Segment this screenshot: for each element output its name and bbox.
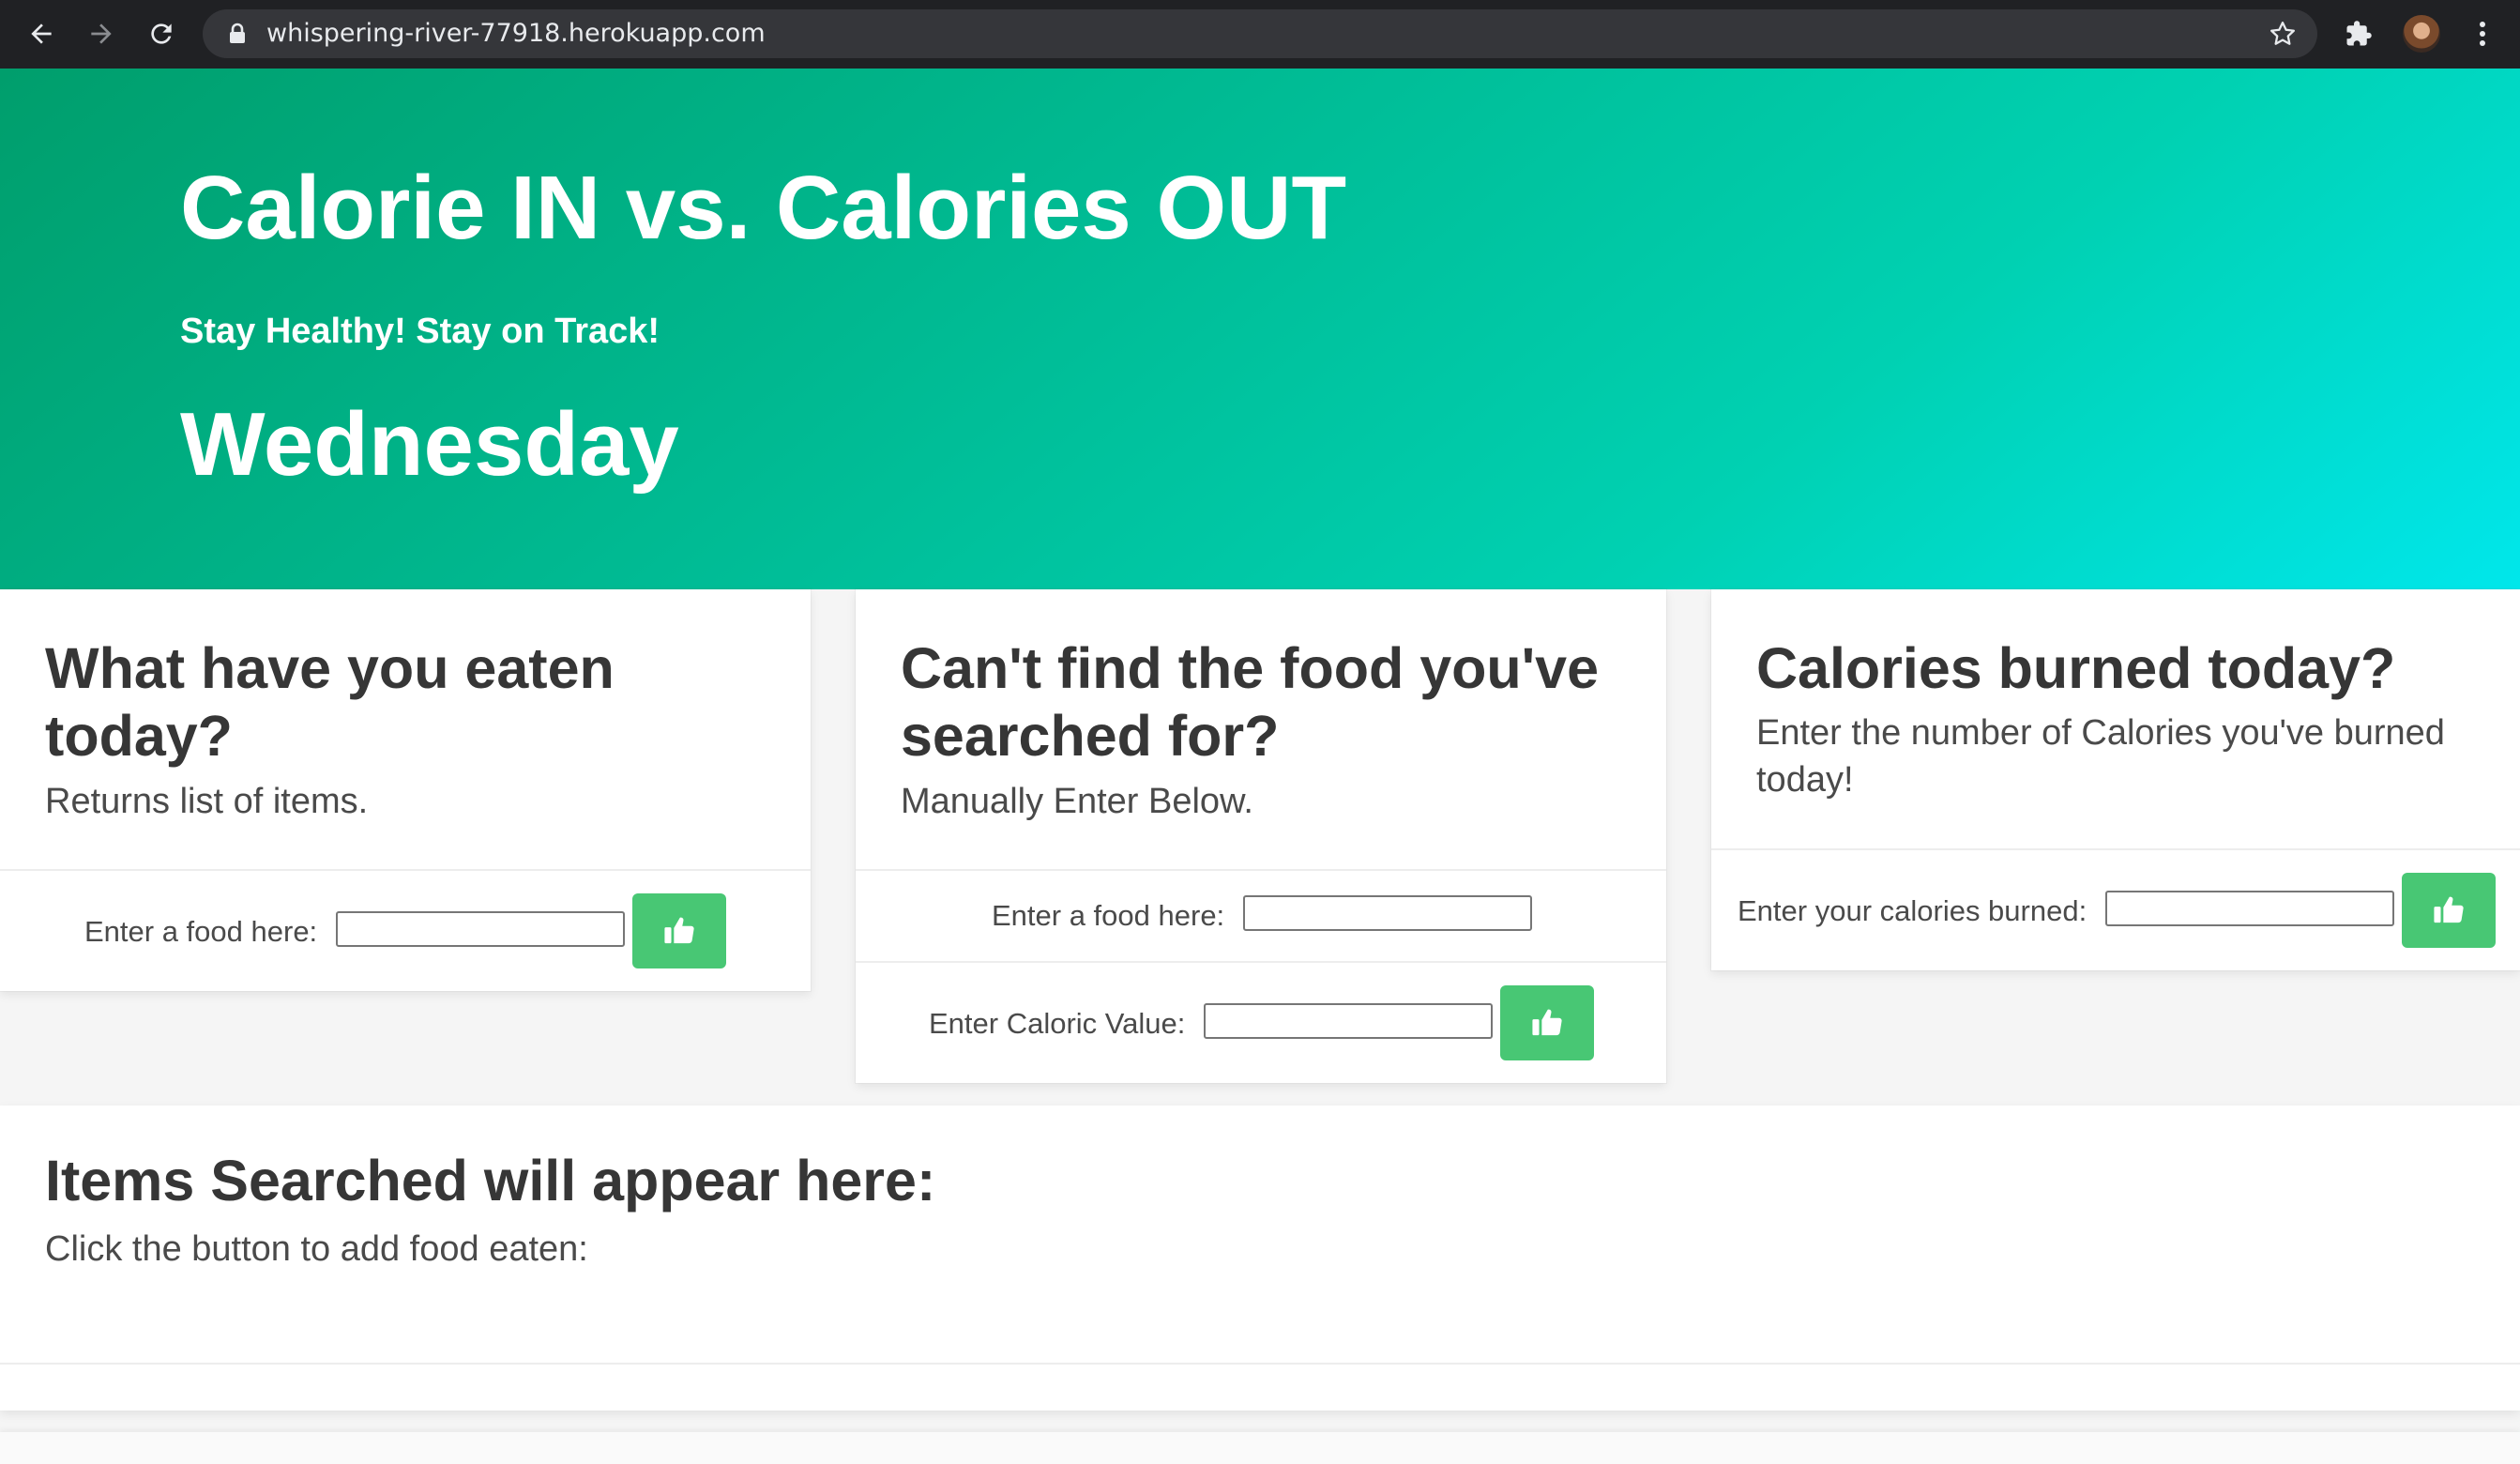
- hero-subtitle: Stay Healthy! Stay on Track!: [180, 312, 660, 351]
- manual-food-input[interactable]: [1243, 895, 1532, 931]
- calories-burned-input[interactable]: [2105, 891, 2394, 926]
- divider: [856, 869, 1666, 871]
- food-search-input[interactable]: [336, 911, 625, 947]
- address-bar[interactable]: whispering-river-77918.herokuapp.com: [203, 9, 2317, 58]
- submit-burned-button[interactable]: [2402, 873, 2496, 948]
- divider: [856, 961, 1666, 963]
- thumbs-up-icon: [663, 915, 695, 948]
- food-search-card: What have you eaten today? Returns list …: [0, 589, 811, 991]
- results-subtitle: Click the button to add food eaten:: [45, 1229, 588, 1269]
- calories-burned-card: Calories burned today? Enter the number …: [1711, 589, 2520, 970]
- reload-icon[interactable]: [139, 11, 184, 56]
- card-title: Calories burned today?: [1756, 636, 2396, 700]
- browser-toolbar: whispering-river-77918.herokuapp.com: [0, 0, 2520, 69]
- star-icon[interactable]: [2269, 20, 2297, 53]
- card-subtitle: Enter the number of Calories you've burn…: [1756, 713, 2445, 800]
- results-panel: Items Searched will appear here: Click t…: [0, 1106, 2520, 1411]
- card-title: What have you eaten today?: [45, 636, 615, 768]
- caloric-value-input[interactable]: [1204, 1003, 1493, 1039]
- add-manual-food-button[interactable]: [1500, 985, 1594, 1060]
- calorie-label: Enter Caloric Value:: [929, 1007, 1186, 1040]
- forward-icon[interactable]: [79, 11, 124, 56]
- back-icon[interactable]: [19, 11, 64, 56]
- page-title: Calorie IN vs. Calories OUT: [180, 158, 1347, 258]
- manual-entry-card: Can't find the food you've searched for?…: [856, 589, 1666, 1083]
- divider: [0, 869, 811, 871]
- results-title: Items Searched will appear here:: [45, 1149, 936, 1212]
- search-food-button[interactable]: [632, 893, 726, 968]
- divider: [1711, 848, 2520, 850]
- food-label: Enter a food here:: [84, 915, 318, 948]
- menu-icon[interactable]: [2460, 11, 2505, 56]
- card-subtitle: Returns list of items.: [45, 782, 369, 821]
- thumbs-up-icon: [2433, 894, 2465, 927]
- url-text: whispering-river-77918.herokuapp.com: [266, 19, 766, 48]
- thumbs-up-icon: [1531, 1007, 1563, 1040]
- card-title: Can't find the food you've searched for?: [901, 636, 1600, 768]
- footer-strip: [0, 1432, 2520, 1464]
- lock-icon: [227, 23, 248, 50]
- hero-banner: Calorie IN vs. Calories OUT Stay Healthy…: [0, 69, 2520, 589]
- weekday-title: Wednesday: [180, 394, 679, 495]
- burned-label: Enter your calories burned:: [1738, 894, 2087, 927]
- divider: [0, 1363, 2520, 1365]
- extensions-icon[interactable]: [2336, 11, 2381, 56]
- food-label: Enter a food here:: [992, 899, 1225, 932]
- avatar[interactable]: [2403, 15, 2440, 53]
- card-subtitle: Manually Enter Below.: [901, 782, 1253, 821]
